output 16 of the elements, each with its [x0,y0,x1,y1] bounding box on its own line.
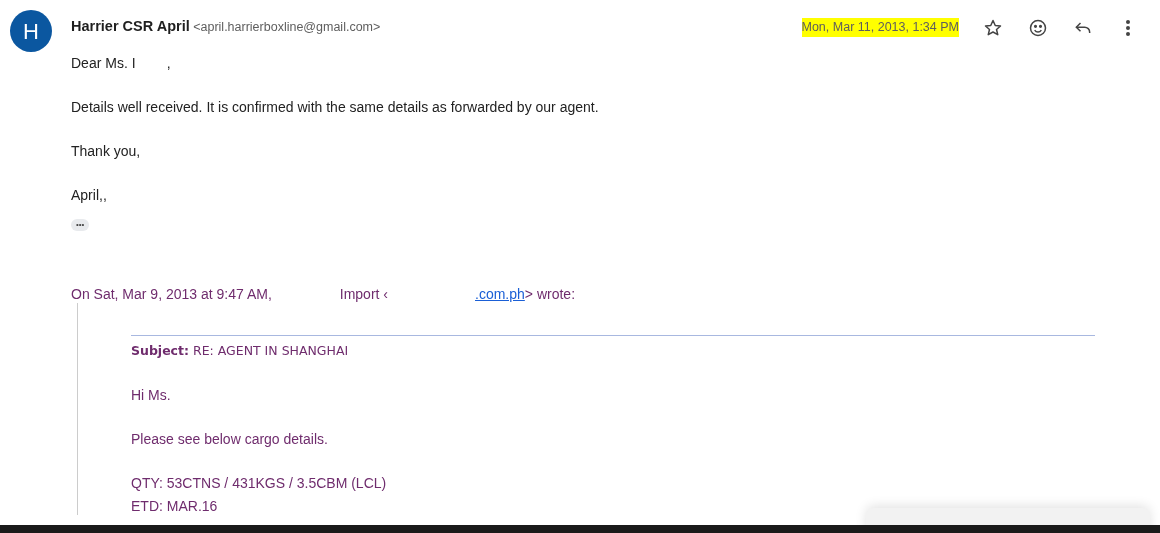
avatar: H [10,10,52,52]
message-date: Mon, Mar 11, 2013, 1:34 PM [801,18,959,37]
message-line: April,, [71,186,108,204]
message-line: Details well received. It is confirmed with the same details as forwarded by our agent. [71,98,600,116]
greeting: Hi Ms. [131,386,172,404]
show-trimmed-button[interactable]: ••• [71,219,90,231]
cargo-detail: QTY: 53CTNS / 431KGS / 3.5CBM (LCL) [131,474,388,492]
sender-email: <april.harrierboxline@gmail.com> [193,19,381,36]
quote-header: On Sat, Mar 9, 2013 at 9:47 AM, Import ‹ .com.ph> wrote: [71,285,577,303]
message-line: Please see below cargo details. [131,430,329,448]
email-link[interactable]: .com.ph [475,286,525,302]
sender-name: Harrier CSR April [71,17,190,36]
subject-line: Subject: RE: AGENT IN SHANGHAI [131,342,350,360]
message-line: Thank you, [71,142,142,160]
message-line: Dear Ms. I , [71,54,172,72]
cargo-detail: ETD: MAR.16 [131,497,219,515]
